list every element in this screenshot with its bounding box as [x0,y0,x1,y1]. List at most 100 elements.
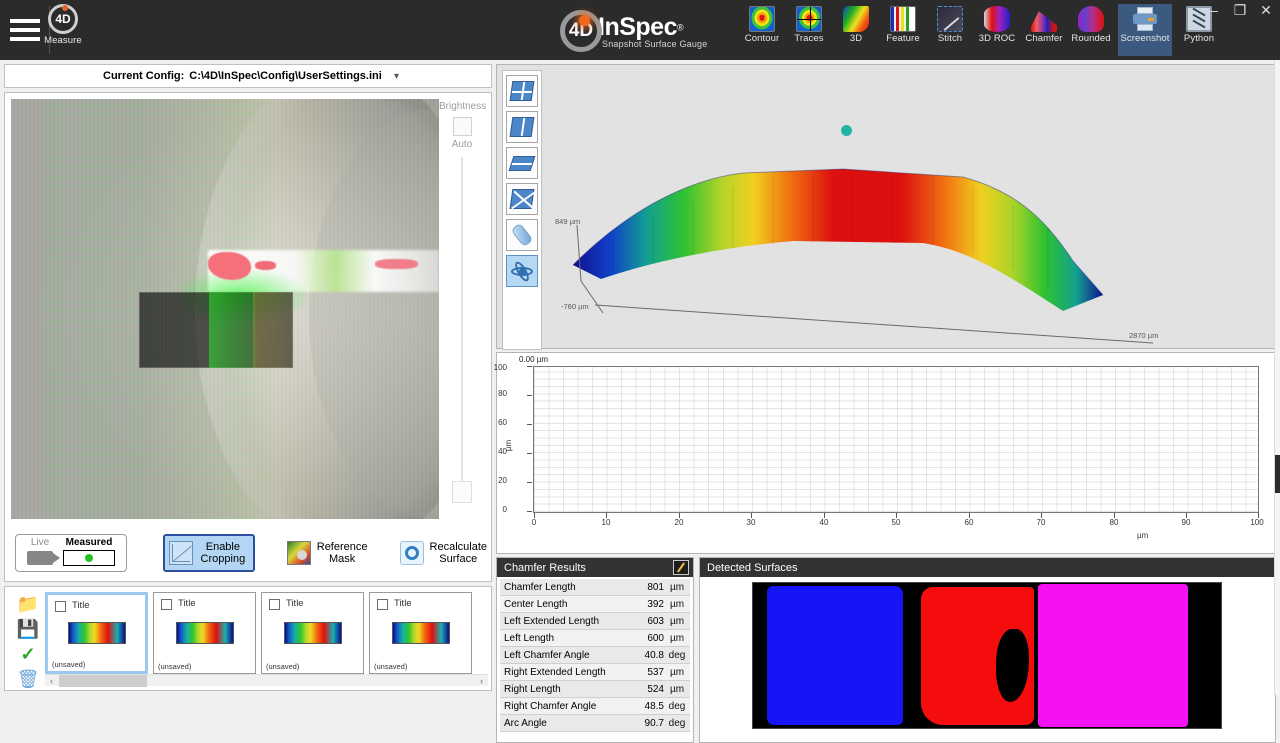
stitch-icon [937,6,963,32]
thumbnail-checkbox[interactable] [377,599,388,610]
diagonal-traces-tool[interactable] [506,183,538,215]
window-scrollbar[interactable] [1274,60,1280,695]
chamfer-row-unit: deg [668,649,686,661]
tab-label: Contour [744,33,780,44]
reference-mask-button[interactable]: Reference Mask [286,541,368,565]
chamfer-results-panel: Chamfer Results Chamfer Length 801 µm Ce… [496,557,694,743]
tab-screenshot[interactable]: Screenshot [1118,4,1172,56]
rotate-3d-tool[interactable] [506,255,538,287]
three-d-surface-plot[interactable]: 849 µm -760 µm 2870 µm [543,65,1275,348]
tab-3d[interactable]: 3D [829,4,883,56]
enable-cropping-label: Enable Cropping [197,541,249,565]
thumbnail-scrollbar[interactable]: ‹ › [45,674,488,687]
window-scrollbar-thumb[interactable] [1275,455,1280,493]
measure-button[interactable]: 4D Measure [36,4,90,56]
live-mode-button[interactable]: Live [22,537,60,565]
tab-label: Rounded [1071,33,1111,44]
chamfer-panel-header: Chamfer Results [497,558,693,577]
restore-button[interactable]: ❐ [1232,2,1248,19]
save-icon[interactable]: 💾 [11,618,45,641]
cylinder-tool[interactable] [506,219,538,251]
chart-plot-area[interactable] [533,366,1259,513]
brightness-slider-thumb[interactable] [452,481,472,503]
tab-contour[interactable]: Contour [735,4,789,56]
chamfer-panel-title: Chamfer Results [504,561,586,574]
crop-green-band [208,292,255,368]
thumbnail-checkbox[interactable] [55,601,66,612]
brightness-control: Brightness Auto [439,99,486,519]
live-measured-toggle[interactable]: Live Measured [15,534,127,572]
chamfer-row-value: 40.8 [644,649,664,661]
scroll-left-icon[interactable]: ‹ [46,675,57,687]
chamfer-row-value: 90.7 [644,717,664,729]
measured-mode-button[interactable]: Measured [58,537,120,566]
chart-x-tick: 40 [819,518,829,527]
thumbnail-status: (unsaved) [374,662,408,671]
gear-icon [404,546,419,560]
chart-x-tickmark [606,513,607,518]
feature-icon [890,6,916,32]
surfaces-panel-title: Detected Surfaces [707,561,798,574]
minimize-button[interactable]: – [1206,2,1222,19]
three-d-surface-svg [572,168,1154,344]
open-folder-icon[interactable]: 📁 [11,593,45,616]
config-selector[interactable]: Current Config: C:\4D\InSpec\Config\User… [4,64,492,88]
thumbnail-item[interactable]: Title (unsaved) [45,592,148,674]
right-panel: 849 µm -760 µm 2870 µm 0.00 µm µm 100 80… [494,64,1276,743]
chamfer-row: Center Length 392 µm [500,596,690,613]
tab-chamfer[interactable]: Chamfer [1017,4,1071,56]
brand-mark-icon: 4D [560,10,602,52]
tab-3d-roc[interactable]: 3D ROC [970,4,1024,56]
detected-surfaces-image[interactable] [752,582,1222,729]
detected-surfaces-panel: Detected Surfaces [699,557,1276,743]
thumbnail-title: Title [178,598,196,609]
thumbnail-item[interactable]: Title (unsaved) [261,592,364,674]
split-horizontal-tool[interactable] [506,147,538,179]
thumbnail-status: (unsaved) [266,662,300,671]
surface-region-magenta [1038,584,1189,727]
scroll-right-icon[interactable]: › [476,675,487,687]
thumbnail-strip[interactable]: Title (unsaved) Title (unsaved) Title (u… [45,592,488,674]
thumbnail-item[interactable]: Title (unsaved) [369,592,472,674]
chart-y-tick: 40 [498,447,507,456]
chamfer-row-name: Chamfer Length [504,581,576,593]
delete-trash-icon[interactable]: 🗑 [11,668,45,691]
tab-label: Screenshot [1120,33,1170,44]
tab-rounded[interactable]: Rounded [1064,4,1118,56]
close-button[interactable]: ✕ [1258,2,1274,19]
thumbnail-checkbox[interactable] [269,599,280,610]
split-vertical-icon [509,117,535,137]
measured-image[interactable] [11,99,439,519]
accept-check-icon[interactable]: ✓ [11,643,45,666]
chart-corner-annotation: 0.00 µm [519,355,549,364]
brightness-auto-checkbox[interactable] [452,117,472,136]
chamfer-row-unit: µm [669,683,685,695]
chevron-down-icon[interactable]: ▾ [394,71,399,82]
scrollbar-thumb[interactable] [59,675,147,687]
rotation-marker-icon[interactable] [841,125,852,136]
chart-x-tickmark [1041,513,1042,518]
thumbnail-item[interactable]: Title (unsaved) [153,592,256,674]
tab-traces[interactable]: Traces [782,4,836,56]
crop-region-overlay[interactable] [139,292,294,368]
chamfer-row-value: 537 [647,666,664,678]
brightness-slider-track[interactable] [461,157,463,487]
pencil-edit-icon[interactable] [673,560,689,575]
chart-x-tick: 60 [964,518,974,527]
tab-feature[interactable]: Feature [876,4,930,56]
brand-name: InSpec [598,13,677,41]
thumbnail-checkbox[interactable] [161,599,172,610]
reference-mask-label: Reference Mask [317,541,368,565]
reference-mask-line2: Mask [328,553,356,565]
recalculate-surface-button[interactable]: Recalculate Surface [399,541,487,565]
three-d-icon [843,6,869,32]
diagonal-traces-icon [509,189,537,210]
tab-stitch[interactable]: Stitch [923,4,977,56]
chamfer-row-name: Right Extended Length [504,666,606,678]
split-quad-tool[interactable] [506,75,538,107]
split-vertical-tool[interactable] [506,111,538,143]
chart-x-tickmark [679,513,680,518]
enable-cropping-button[interactable]: Enable Cropping [163,534,255,572]
tab-label: 3D [849,33,863,44]
chamfer-row: Right Chamfer Angle 48.5 deg [500,698,690,715]
